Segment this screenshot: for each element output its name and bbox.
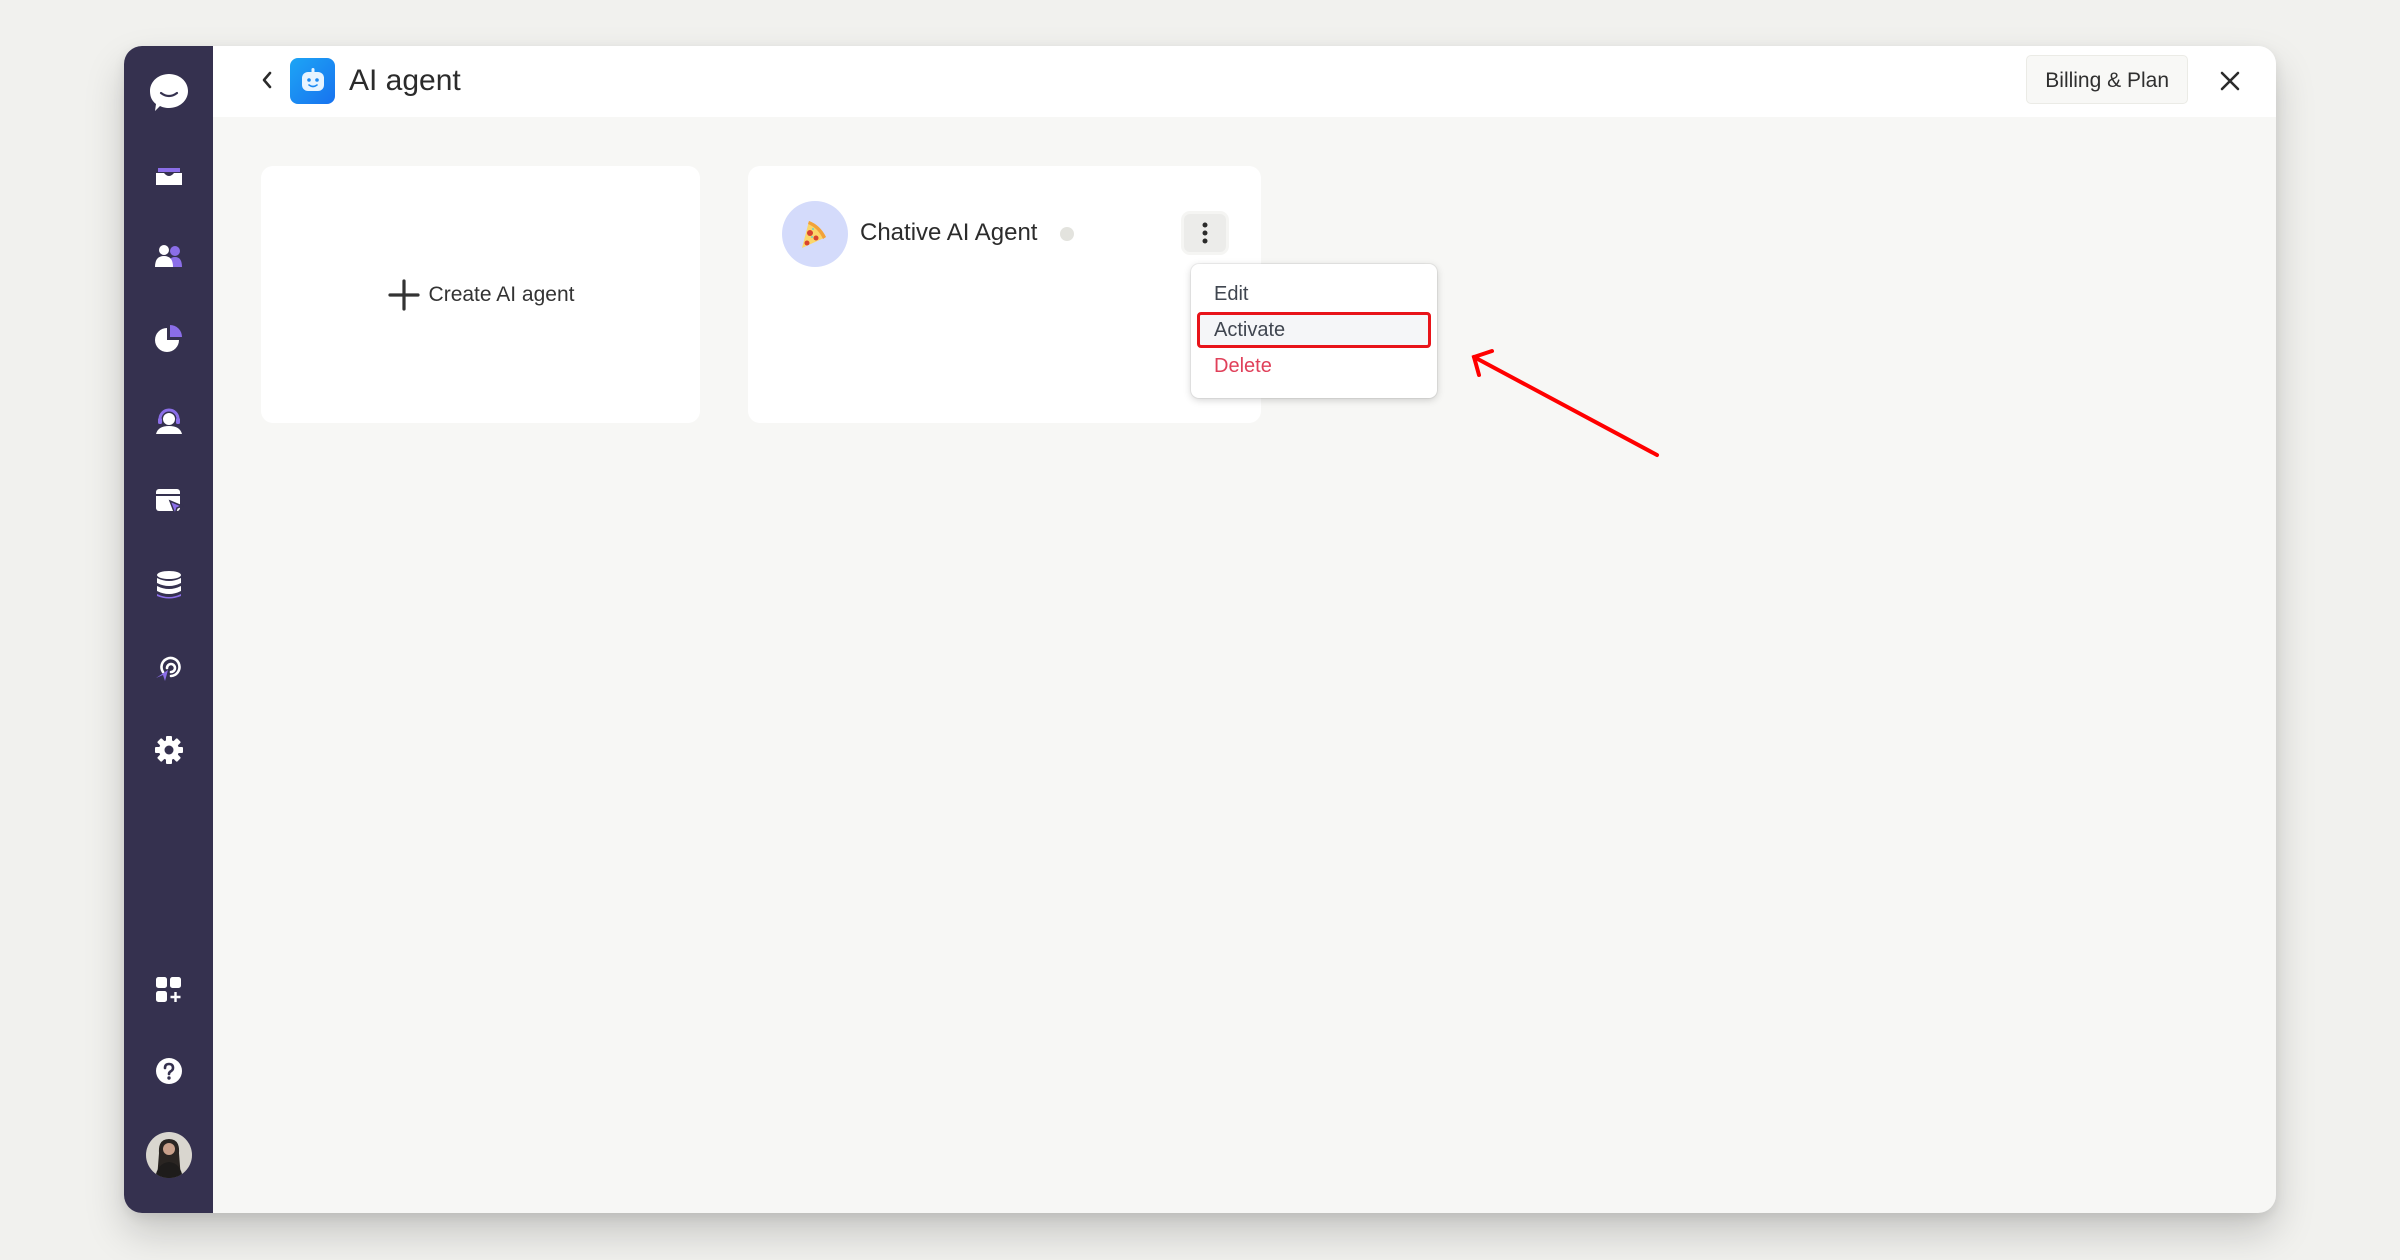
broadcast-icon[interactable] (124, 647, 213, 687)
gear-icon[interactable] (124, 730, 213, 770)
agent-name: Chative AI Agent (860, 219, 1038, 246)
close-button[interactable] (2212, 63, 2248, 99)
sidebar (124, 46, 213, 1213)
close-icon (2220, 71, 2240, 91)
header: AI agent Billing & Plan (213, 46, 2276, 117)
billing-plan-button[interactable]: Billing & Plan (2026, 55, 2188, 104)
help-icon[interactable] (124, 1051, 213, 1091)
inbox-icon[interactable] (124, 156, 213, 196)
menu-item-delete[interactable]: Delete (1197, 348, 1431, 384)
more-options-button[interactable] (1184, 214, 1226, 252)
headset-agent-icon[interactable] (124, 401, 213, 441)
contacts-icon[interactable] (124, 236, 213, 276)
app-window: AI agent Billing & Plan Create AI agent … (124, 46, 2276, 1213)
back-button[interactable] (249, 62, 285, 98)
agent-card[interactable]: Chative AI Agent (748, 166, 1261, 423)
plus-icon (387, 278, 420, 311)
menu-item-edit[interactable]: Edit (1197, 276, 1431, 312)
user-avatar[interactable] (124, 1131, 213, 1179)
database-icon[interactable] (124, 565, 213, 605)
create-ai-agent-label: Create AI agent (428, 282, 575, 306)
pie-chart-icon[interactable] (124, 318, 213, 358)
add-apps-icon[interactable] (124, 970, 213, 1010)
chevron-left-icon (262, 71, 272, 89)
status-indicator (1060, 227, 1074, 241)
chat-bubble-logo-icon[interactable] (124, 71, 213, 115)
robot-face-icon (290, 58, 335, 104)
page-title: AI agent (349, 64, 461, 97)
agent-options-menu: Edit Activate Delete (1191, 264, 1437, 398)
widget-cursor-icon[interactable] (124, 482, 213, 522)
menu-item-activate[interactable]: Activate (1197, 312, 1431, 348)
pizza-slice-icon (782, 201, 848, 267)
create-ai-agent-card[interactable]: Create AI agent (261, 166, 700, 423)
kebab-menu-icon (1202, 222, 1208, 244)
